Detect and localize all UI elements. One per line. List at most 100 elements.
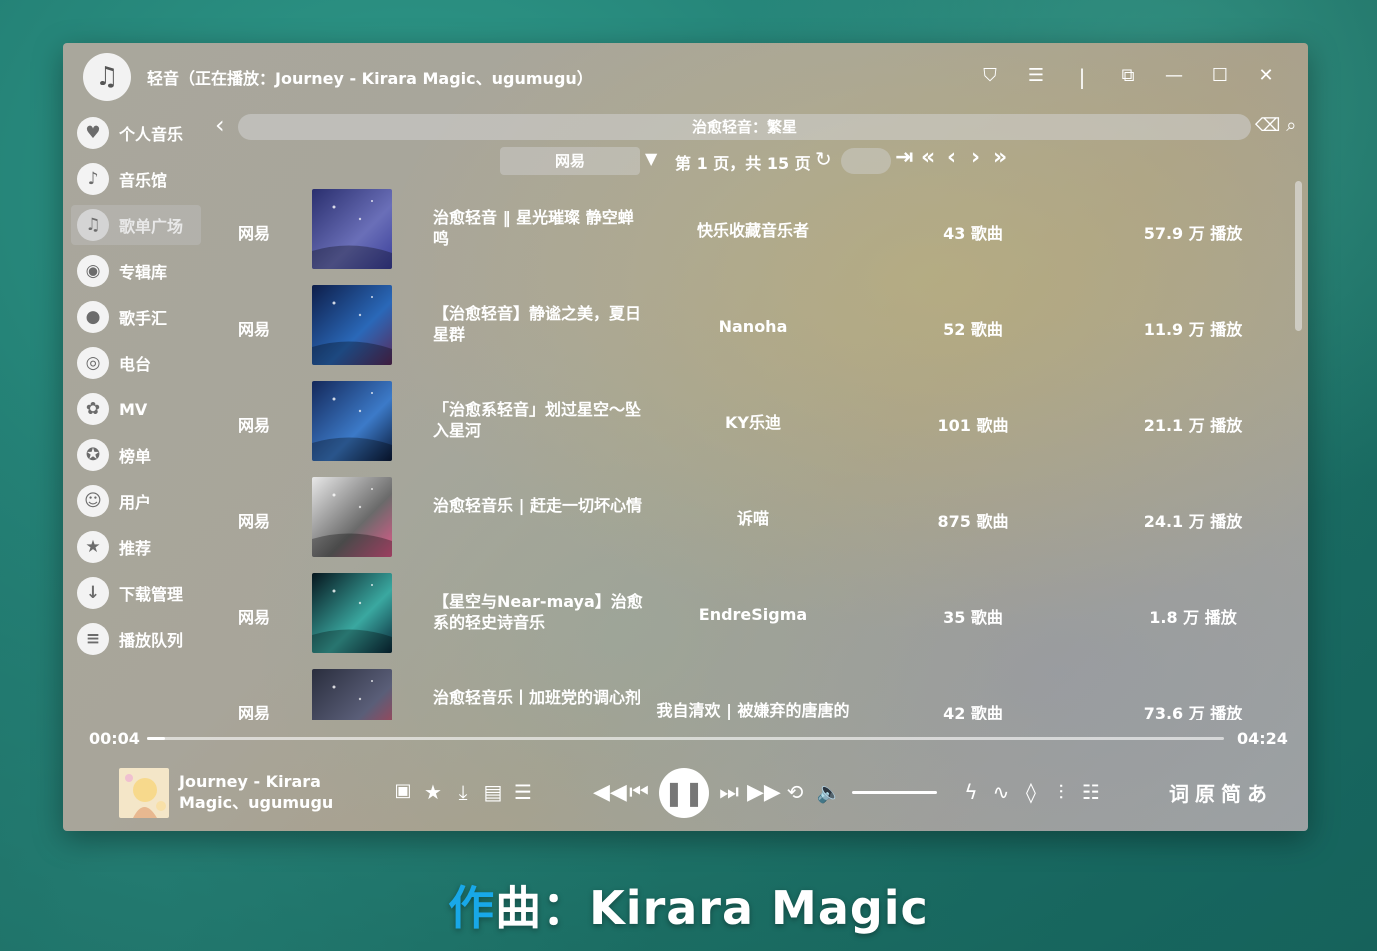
page-number-input[interactable]: [841, 148, 891, 174]
radio-icon: ◎: [77, 347, 109, 379]
playlist-name[interactable]: 治愈轻音 ‖ 星光璀璨 静空蝉鸣: [433, 207, 643, 249]
progress-slider[interactable]: [147, 737, 1224, 740]
source-select[interactable]: 网易: [500, 147, 640, 175]
next-track-icon[interactable]: ⏭: [715, 780, 743, 805]
sidebar-item-1[interactable]: ♪ 音乐馆: [71, 159, 201, 199]
favorite-star-icon[interactable]: ★: [419, 780, 447, 804]
playlist-row[interactable]: 网易 治愈轻音乐 | 赶走一切坏心情 诉喵 875 歌曲 24.1 万 播放: [213, 477, 1293, 573]
go-to-page-icon[interactable]: ⇥: [895, 145, 913, 170]
download-icon[interactable]: ⤓: [449, 780, 477, 804]
sidebar-item-label: MV: [119, 399, 148, 419]
playlist-source: 网易: [238, 320, 271, 339]
music-note-icon[interactable]: ♫: [83, 53, 131, 101]
drop-icon[interactable]: ◊: [1017, 780, 1045, 804]
sidebar-item-2[interactable]: ♫ 歌单广场: [71, 205, 201, 245]
volume-icon[interactable]: 🔈: [815, 780, 843, 804]
lyrics-page-icon[interactable]: ☰: [509, 780, 537, 804]
sidebar-item-0[interactable]: ♥ 个人音乐: [71, 113, 201, 153]
sidebar-item-6[interactable]: ✿ MV: [71, 389, 201, 429]
back-arrow-icon[interactable]: ‹: [215, 111, 225, 139]
menu-icon[interactable]: ☰: [1023, 65, 1049, 86]
playlist-row[interactable]: 网易 治愈轻音 ‖ 星光璀璨 静空蝉鸣 快乐收藏音乐者 43 歌曲 57.9 万 播放: [213, 189, 1293, 285]
playlist-row[interactable]: 网易 【治愈轻音】静谧之美，夏日星群 Nanoha 52 歌曲 11.9 万 播放: [213, 285, 1293, 381]
sidebar-item-label: 播放队列: [119, 631, 184, 650]
search-input[interactable]: 治愈轻音：繁星: [238, 114, 1251, 140]
sidebar-item-11[interactable]: ≡ 播放队列: [71, 619, 201, 659]
playlist-name[interactable]: 「治愈系轻音」划过星空～坠入星河: [433, 399, 643, 441]
sidebar-item-4[interactable]: ● 歌手汇: [71, 297, 201, 337]
sidebar-item-9[interactable]: ★ 推荐: [71, 527, 201, 567]
minimize-icon[interactable]: —: [1161, 65, 1187, 86]
sidebar-item-label: 榜单: [119, 447, 152, 466]
next-page-icon[interactable]: ›: [971, 145, 980, 170]
film-reel-icon: ✿: [77, 393, 109, 425]
sidebar-item-label: 专辑库: [119, 263, 168, 282]
close-icon[interactable]: ✕: [1253, 65, 1279, 86]
previous-track-icon[interactable]: ⏮: [625, 780, 653, 805]
refresh-icon[interactable]: ↻: [815, 147, 832, 171]
star-icon: ★: [77, 531, 109, 563]
playlist-author[interactable]: 诉喵: [653, 508, 853, 529]
playlist-cover[interactable]: [312, 381, 392, 461]
romaji-lyric-button[interactable]: あ: [1247, 778, 1267, 807]
playlist-cover[interactable]: [312, 669, 392, 720]
sidebar-item-8[interactable]: ☺ 用户: [71, 481, 201, 521]
original-lyric-button[interactable]: 原: [1195, 778, 1215, 807]
mini-mode-icon[interactable]: ⧉: [1115, 65, 1141, 86]
playlist-author[interactable]: EndreSigma: [653, 604, 853, 625]
playlist-play-count: 11.9 万 播放: [1143, 320, 1243, 339]
playlist-author[interactable]: 我自清欢 | 被嫌弃的唐唐的一生: [653, 700, 853, 720]
playlist-song-count: 42 歌曲: [943, 704, 1003, 720]
playlist-name[interactable]: 【星空与Near-maya】治愈系的轻史诗音乐: [433, 591, 643, 633]
comment-icon[interactable]: ▤: [479, 780, 507, 804]
mv-icon[interactable]: ▣: [389, 780, 417, 801]
playlist-cover[interactable]: [312, 285, 392, 365]
volume-slider[interactable]: [852, 791, 937, 794]
sidebar-item-5[interactable]: ◎ 电台: [71, 343, 201, 383]
pause-button[interactable]: ❚❚: [659, 768, 709, 818]
app-window: ♫ 轻音（正在播放：Journey - Kirara Magic、ugumugu…: [63, 43, 1308, 831]
playlist-cover[interactable]: [312, 573, 392, 653]
lyric-toggle-button[interactable]: 词: [1169, 778, 1189, 807]
playlist-author[interactable]: 快乐收藏音乐者: [653, 220, 853, 241]
last-page-icon[interactable]: »: [993, 145, 1007, 170]
playlist-name[interactable]: 治愈轻音乐丨加班党的调心剂: [433, 687, 643, 708]
dropdown-triangle-icon[interactable]: ▼: [645, 149, 657, 168]
rewind-icon[interactable]: ◀◀: [593, 780, 627, 805]
playlist-cover[interactable]: [312, 477, 392, 557]
maximize-icon[interactable]: ☐: [1207, 65, 1233, 86]
sidebar-item-10[interactable]: ↓ 下载管理: [71, 573, 201, 613]
playlist-name[interactable]: 治愈轻音乐 | 赶走一切坏心情: [433, 495, 643, 516]
sound-effect-icon[interactable]: ϟ: [957, 780, 985, 804]
playlist-source: 网易: [238, 704, 271, 720]
playlist-row[interactable]: 网易 【星空与Near-maya】治愈系的轻史诗音乐 EndreSigma 35 歌曲…: [213, 573, 1293, 669]
first-page-icon[interactable]: «: [921, 145, 935, 170]
playlist-song-count: 101 歌曲: [937, 416, 1009, 435]
fast-forward-icon[interactable]: ▶▶: [747, 780, 781, 805]
playlist-author[interactable]: Nanoha: [653, 316, 853, 337]
playlist-queue-icon[interactable]: ☷: [1077, 780, 1105, 804]
search-icon[interactable]: ⌕: [1286, 115, 1296, 136]
playlist-author[interactable]: KY乐迪: [653, 412, 853, 433]
playlist-row[interactable]: 网易 治愈轻音乐丨加班党的调心剂我自清欢 | 被嫌弃的唐唐的一生 42 歌曲 73.6…: [213, 669, 1293, 720]
equalizer-icon[interactable]: ⫶: [1047, 780, 1075, 804]
simplified-lyric-button[interactable]: 简: [1221, 778, 1241, 807]
repeat-icon[interactable]: ⟲: [781, 780, 809, 804]
playlist-cover[interactable]: [312, 189, 392, 269]
list-scrollbar[interactable]: [1295, 181, 1302, 331]
clear-search-icon[interactable]: ⌫: [1255, 115, 1280, 136]
now-playing-title[interactable]: Journey - Kirara Magic、ugumugu: [179, 771, 339, 813]
playlist-source: 网易: [238, 224, 271, 243]
now-playing-cover[interactable]: [119, 768, 169, 818]
playlist-source: 网易: [238, 512, 271, 531]
waveform-icon[interactable]: ∿: [987, 780, 1015, 804]
prev-page-icon[interactable]: ‹: [947, 145, 956, 170]
sidebar-item-label: 推荐: [119, 539, 152, 558]
sidebar-item-3[interactable]: ◉ 专辑库: [71, 251, 201, 291]
sidebar-item-label: 用户: [119, 493, 152, 512]
shirt-icon[interactable]: ⛉: [977, 65, 1003, 86]
playlist-row[interactable]: 网易 「治愈系轻音」划过星空～坠入星河 KY乐迪 101 歌曲 21.1 万 播放: [213, 381, 1293, 477]
sidebar-item-7[interactable]: ✪ 榜单: [71, 435, 201, 475]
playlist-name[interactable]: 【治愈轻音】静谧之美，夏日星群: [433, 303, 643, 345]
progress-fill: [147, 737, 166, 740]
